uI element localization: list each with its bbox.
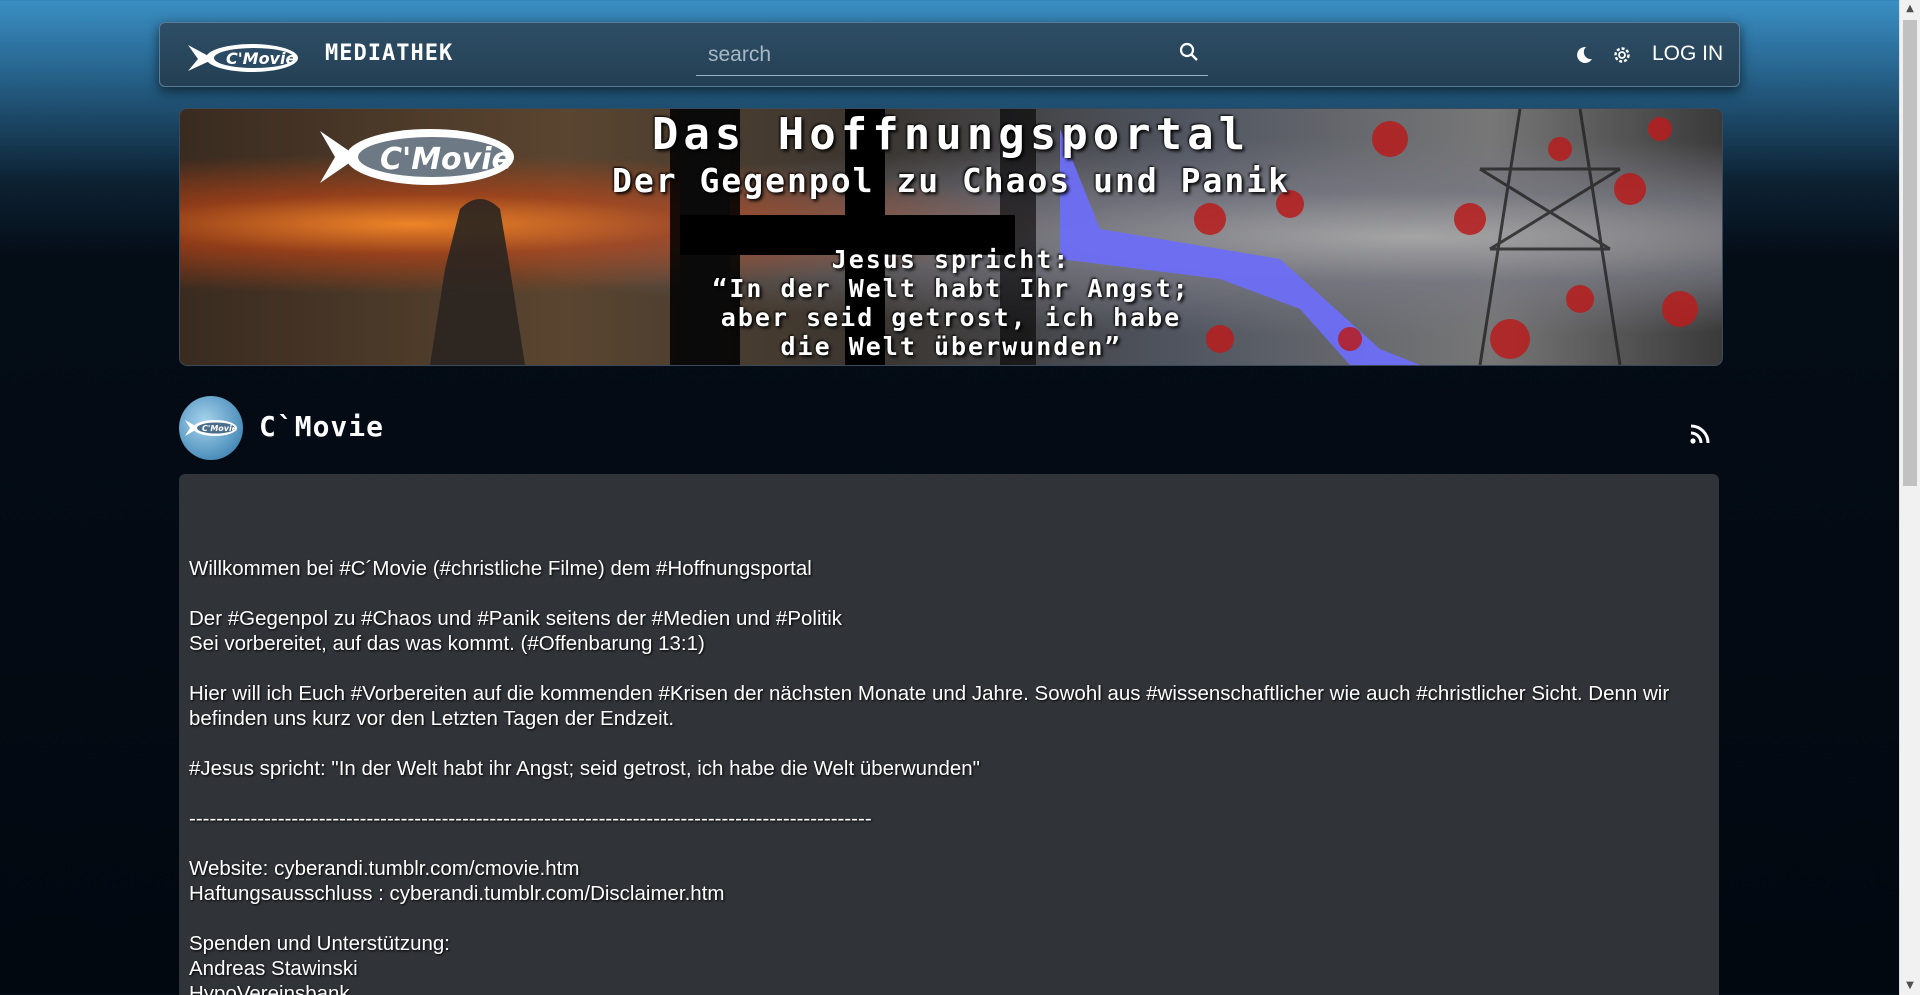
website-link[interactable]: Website: cyberandi.tumblr.com/cmovie.htm (189, 856, 1699, 881)
description-paragraph: Spenden und Unterstützung: Andreas Stawi… (189, 931, 1699, 995)
channel-description: Willkommen bei #C´Movie (#christliche Fi… (179, 474, 1719, 995)
logo-text: C'Movie (226, 49, 296, 68)
moon-icon[interactable] (1574, 45, 1594, 65)
channel-header: C'Movie C`Movie (179, 396, 1721, 462)
banner-quote-line: aber seid getrost, ich habe (720, 303, 1182, 332)
channel-name[interactable]: C`Movie (259, 410, 384, 443)
banner-quote-line: die Welt überwunden” (780, 332, 1122, 361)
login-button[interactable]: LOG IN (1652, 42, 1723, 66)
scroll-down-icon[interactable]: ▼ (1900, 977, 1920, 995)
scrollbar-thumb[interactable] (1903, 20, 1917, 486)
description-line: Sei vorbereitet, auf das was kommt. (#Of… (189, 632, 705, 655)
description-paragraph: Website: cyberandi.tumblr.com/cmovie.htm… (189, 856, 1699, 906)
banner-quote-line: Jesus spricht: (831, 245, 1071, 274)
description-line: Der #Gegenpol zu #Chaos und #Panik seite… (189, 607, 842, 630)
avatar-logo-text: C'Movie (202, 424, 238, 433)
rss-icon[interactable] (1689, 423, 1711, 445)
description-line: Hier will ich Euch #Vorbereiten auf die … (189, 682, 1670, 730)
description-paragraph: Hier will ich Euch #Vorbereiten auf die … (189, 681, 1699, 731)
banner-subtitle: Der Gegenpol zu Chaos und Panik (612, 161, 1290, 200)
description-text: Willkommen bei #C´Movie (#christliche Fi… (189, 556, 1699, 995)
description-paragraph: ----------------------------------------… (189, 806, 1699, 831)
banner-quote-line: “In der Welt habt Ihr Angst; (712, 274, 1190, 303)
page-scrollbar[interactable]: ▲ ▼ (1899, 0, 1920, 995)
scroll-up-icon[interactable]: ▲ (1900, 0, 1920, 18)
search-bar (696, 35, 1208, 76)
description-line: Spenden und Unterstützung: (189, 932, 450, 955)
description-paragraph: Willkommen bei #C´Movie (#christliche Fi… (189, 556, 1699, 581)
channel-banner: C'Movie Das Hoffnungsportal Der Gegenpol… (179, 108, 1723, 366)
description-paragraph: Der #Gegenpol zu #Chaos und #Panik seite… (189, 606, 1699, 656)
description-divider: ----------------------------------------… (189, 807, 872, 830)
description-line: Andreas Stawinski (189, 957, 358, 980)
search-icon[interactable] (1178, 41, 1200, 63)
description-paragraph: #Jesus spricht: "In der Welt habt ihr An… (189, 756, 1699, 781)
disclaimer-link[interactable]: Haftungsausschluss : cyberandi.tumblr.co… (189, 881, 1699, 906)
description-line: #Jesus spricht: "In der Welt habt ihr An… (189, 757, 980, 780)
top-navigation-bar: C'Movie MEDIATHEK LOG IN (159, 22, 1740, 87)
gear-icon[interactable] (1612, 45, 1632, 65)
banner-quote: Jesus spricht: “In der Welt habt Ihr Ang… (180, 245, 1722, 361)
banner-title: Das Hoffnungsportal (651, 109, 1251, 160)
fish-logo-icon[interactable]: C'Movie (184, 37, 302, 75)
brand-title[interactable]: MEDIATHEK (325, 41, 453, 66)
avatar[interactable]: C'Movie (179, 396, 243, 460)
search-input[interactable] (706, 41, 1150, 69)
description-line: Willkommen bei #C´Movie (#christliche Fi… (189, 557, 812, 580)
description-line: HypoVereinsbank (189, 982, 350, 995)
